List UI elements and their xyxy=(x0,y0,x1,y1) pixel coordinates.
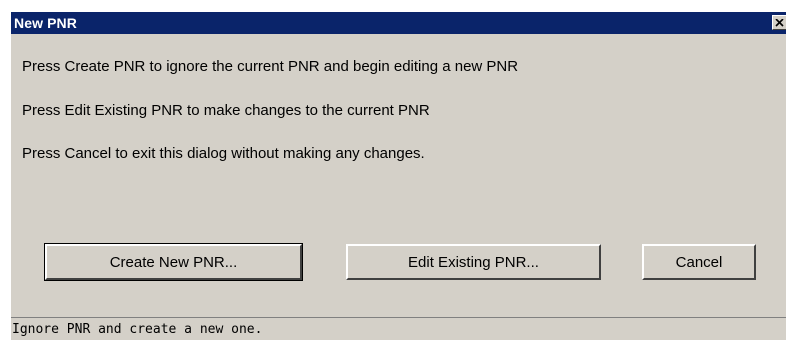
status-bar: Ignore PNR and create a new one. xyxy=(11,317,786,340)
edit-existing-pnr-button[interactable]: Edit Existing PNR... xyxy=(346,244,601,280)
instruction-cancel: Press Cancel to exit this dialog without… xyxy=(22,145,425,162)
create-new-pnr-button[interactable]: Create New PNR... xyxy=(44,243,303,281)
title-bar[interactable]: New PNR xyxy=(11,12,786,34)
close-button[interactable] xyxy=(772,15,786,30)
instruction-edit: Press Edit Existing PNR to make changes … xyxy=(22,102,430,119)
instruction-create: Press Create PNR to ignore the current P… xyxy=(22,58,519,75)
status-text: Ignore PNR and create a new one. xyxy=(12,321,263,337)
close-icon xyxy=(775,18,784,27)
cancel-button[interactable]: Cancel xyxy=(642,244,756,280)
dialog-title: New PNR xyxy=(14,15,77,31)
new-pnr-dialog: New PNR Press Create PNR to ignore the c… xyxy=(10,12,786,340)
